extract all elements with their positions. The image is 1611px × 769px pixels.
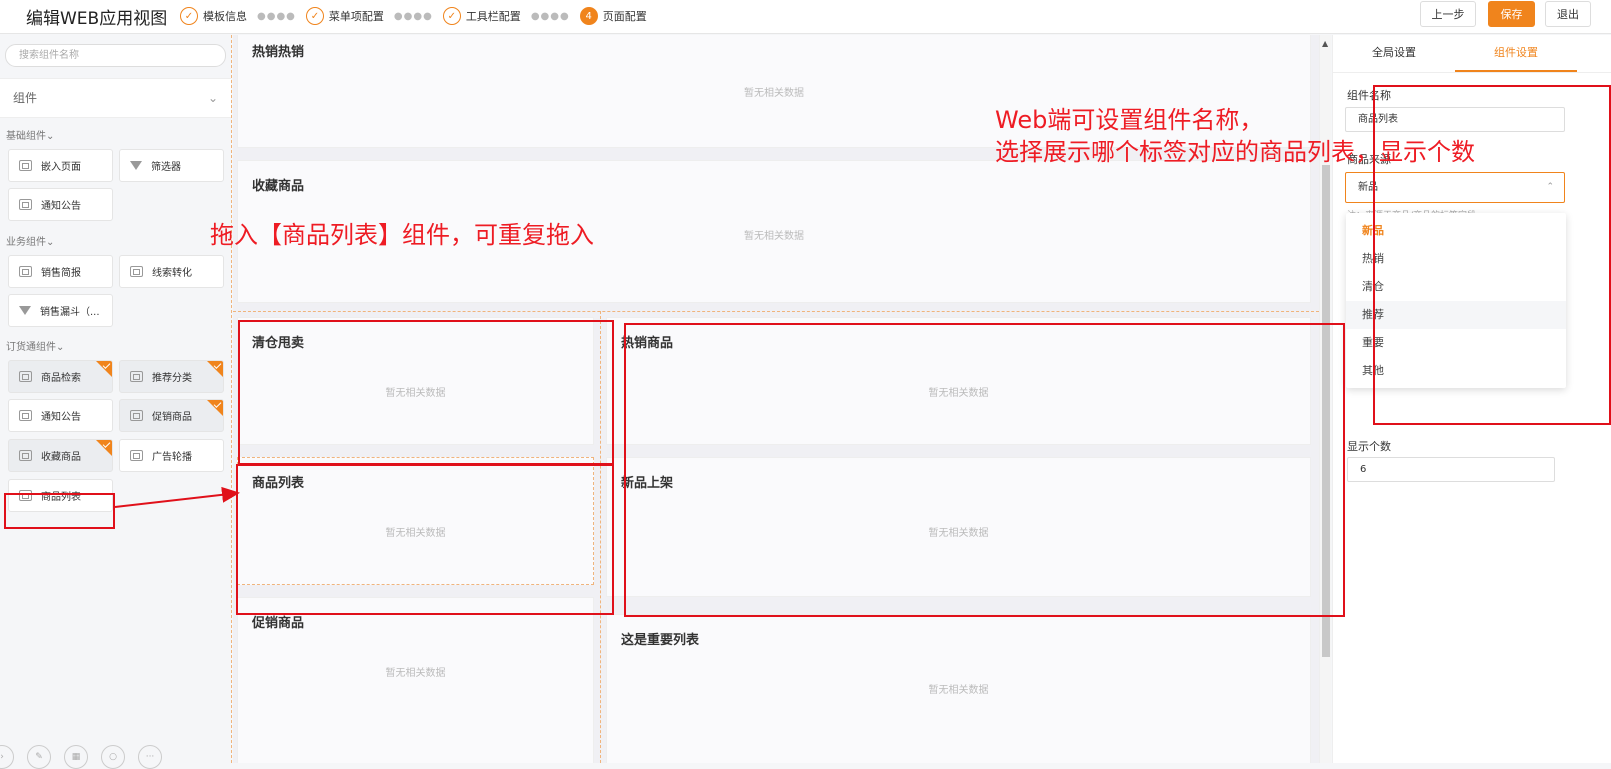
display-count-label: 显示个数 (1347, 440, 1391, 453)
component-icon (19, 410, 32, 421)
added-check-icon (207, 400, 223, 416)
component-icon (130, 371, 143, 382)
drop-zone-divider (233, 311, 1319, 312)
step-connector: ●●●● (530, 10, 570, 22)
component-panel: 搜索组件名称 组件 ⌄ 基础组件⌄ 嵌入页面 筛选器 通知公告 业务组件⌄ 销售… (0, 35, 232, 769)
step-connector: ●●●● (393, 10, 433, 22)
highlight-box-product-list-card (236, 464, 614, 615)
arrow-icon[interactable]: › (0, 745, 14, 769)
comp-sales-funnel[interactable]: 销售漏斗（... (8, 294, 113, 327)
highlight-box-product-list-component (4, 493, 115, 529)
exit-button[interactable]: 退出 (1545, 1, 1591, 27)
highlight-box-clearance-card (238, 320, 614, 465)
component-icon (19, 266, 32, 277)
category-order[interactable]: 订货通组件⌄ (6, 338, 64, 353)
comp-favorite-products[interactable]: 收藏商品 (8, 439, 113, 472)
search-icon[interactable]: ○ (101, 745, 125, 769)
component-icon (130, 266, 143, 277)
comp-promo-products[interactable]: 促销商品 (119, 399, 224, 432)
component-icon (19, 199, 32, 210)
component-group-select[interactable]: 组件 ⌄ (0, 78, 231, 118)
step-toolbar-config[interactable]: ✓ 工具栏配置 (442, 7, 521, 25)
empty-text: 暂无相关数据 (385, 668, 446, 679)
chevron-down-icon: ⌄ (207, 91, 218, 105)
tab-component-settings[interactable]: 组件设置 (1455, 35, 1577, 72)
comp-notice[interactable]: 通知公告 (8, 188, 113, 221)
comp-product-search[interactable]: 商品检索 (8, 360, 113, 393)
step-label: 菜单项配置 (328, 10, 384, 23)
added-check-icon (207, 361, 223, 377)
component-icon (19, 371, 32, 382)
comp-recommend-category[interactable]: 推荐分类 (119, 360, 224, 393)
comp-ad-carousel[interactable]: 广告轮播 (119, 439, 224, 472)
layout-icon[interactable]: ▦ (64, 745, 88, 769)
highlight-box-right-column (624, 323, 1345, 617)
comp-filter[interactable]: 筛选器 (119, 149, 224, 182)
filter-icon (130, 161, 142, 170)
annotation-line-2: 选择展示哪个标签对应的商品列表，显示个数 (995, 138, 1475, 166)
save-button[interactable]: 保存 (1488, 1, 1535, 27)
component-icon (130, 450, 143, 461)
step-menu-config[interactable]: ✓ 菜单项配置 (305, 7, 384, 25)
step-connector: ●●●● (257, 10, 296, 22)
step-number-badge: 4 (579, 7, 598, 25)
comp-notice-2[interactable]: 通知公告 (8, 399, 113, 432)
component-icon (19, 450, 32, 461)
step-template-info[interactable]: ✓ 模板信息 (180, 7, 247, 25)
step-progress: ✓ 模板信息 ●●●● ✓ 菜单项配置 ●●●● ✓ 工具栏配置 ●●●● 4 … (180, 4, 647, 28)
added-check-icon (96, 440, 112, 456)
display-count-input[interactable]: 6 (1347, 457, 1555, 482)
comp-lead-conversion[interactable]: 线索转化 (119, 255, 224, 288)
check-circle-icon: ✓ (442, 7, 461, 25)
check-circle-icon: ✓ (305, 7, 324, 25)
empty-text: 暂无相关数据 (744, 88, 804, 99)
tab-divider (1333, 72, 1611, 73)
component-icon (19, 160, 32, 171)
funnel-icon (19, 306, 31, 315)
step-page-config[interactable]: 4 页面配置 (579, 7, 647, 25)
scroll-up-icon[interactable]: ▲ (1322, 39, 1328, 48)
card-title: 热销热销 (252, 45, 305, 60)
more-icon[interactable]: ··· (138, 745, 162, 769)
tab-global-settings[interactable]: 全局设置 (1333, 35, 1455, 72)
search-input[interactable]: 搜索组件名称 (5, 44, 226, 67)
category-business[interactable]: 业务组件⌄ (6, 233, 54, 248)
step-label: 工具栏配置 (465, 10, 521, 23)
card-title: 这是重要列表 (621, 633, 700, 648)
category-basic[interactable]: 基础组件⌄ (6, 127, 54, 142)
group-select-value: 组件 (13, 91, 38, 105)
annotation-web-settings: Web端可设置组件名称， 选择展示哪个标签对应的商品列表，显示个数 (995, 104, 1475, 168)
brush-icon[interactable]: ✎ (27, 745, 51, 769)
top-bar: 编辑WEB应用视图 ✓ 模板信息 ●●●● ✓ 菜单项配置 ●●●● ✓ 工具栏… (0, 0, 1611, 34)
comp-sales-brief[interactable]: 销售简报 (8, 255, 113, 288)
added-check-icon (96, 361, 112, 377)
annotation-drag-hint: 拖入【商品列表】组件，可重复拖入 (210, 221, 594, 249)
card-promo-products[interactable]: 促销商品 暂无相关数据 (237, 597, 594, 763)
step-label: 页面配置 (602, 10, 647, 23)
comp-embed-page[interactable]: 嵌入页面 (8, 149, 113, 182)
step-label: 模板信息 (203, 10, 247, 23)
component-icon (130, 410, 143, 421)
check-circle-icon: ✓ (180, 7, 198, 25)
prev-step-button[interactable]: 上一步 (1420, 1, 1476, 27)
card-title: 收藏商品 (252, 179, 305, 194)
empty-text: 暂无相关数据 (928, 685, 989, 696)
annotation-line-1: Web端可设置组件名称， (995, 106, 1264, 134)
card-important-list[interactable]: 这是重要列表 暂无相关数据 (606, 614, 1311, 763)
page-title: 编辑WEB应用视图 (26, 9, 168, 29)
